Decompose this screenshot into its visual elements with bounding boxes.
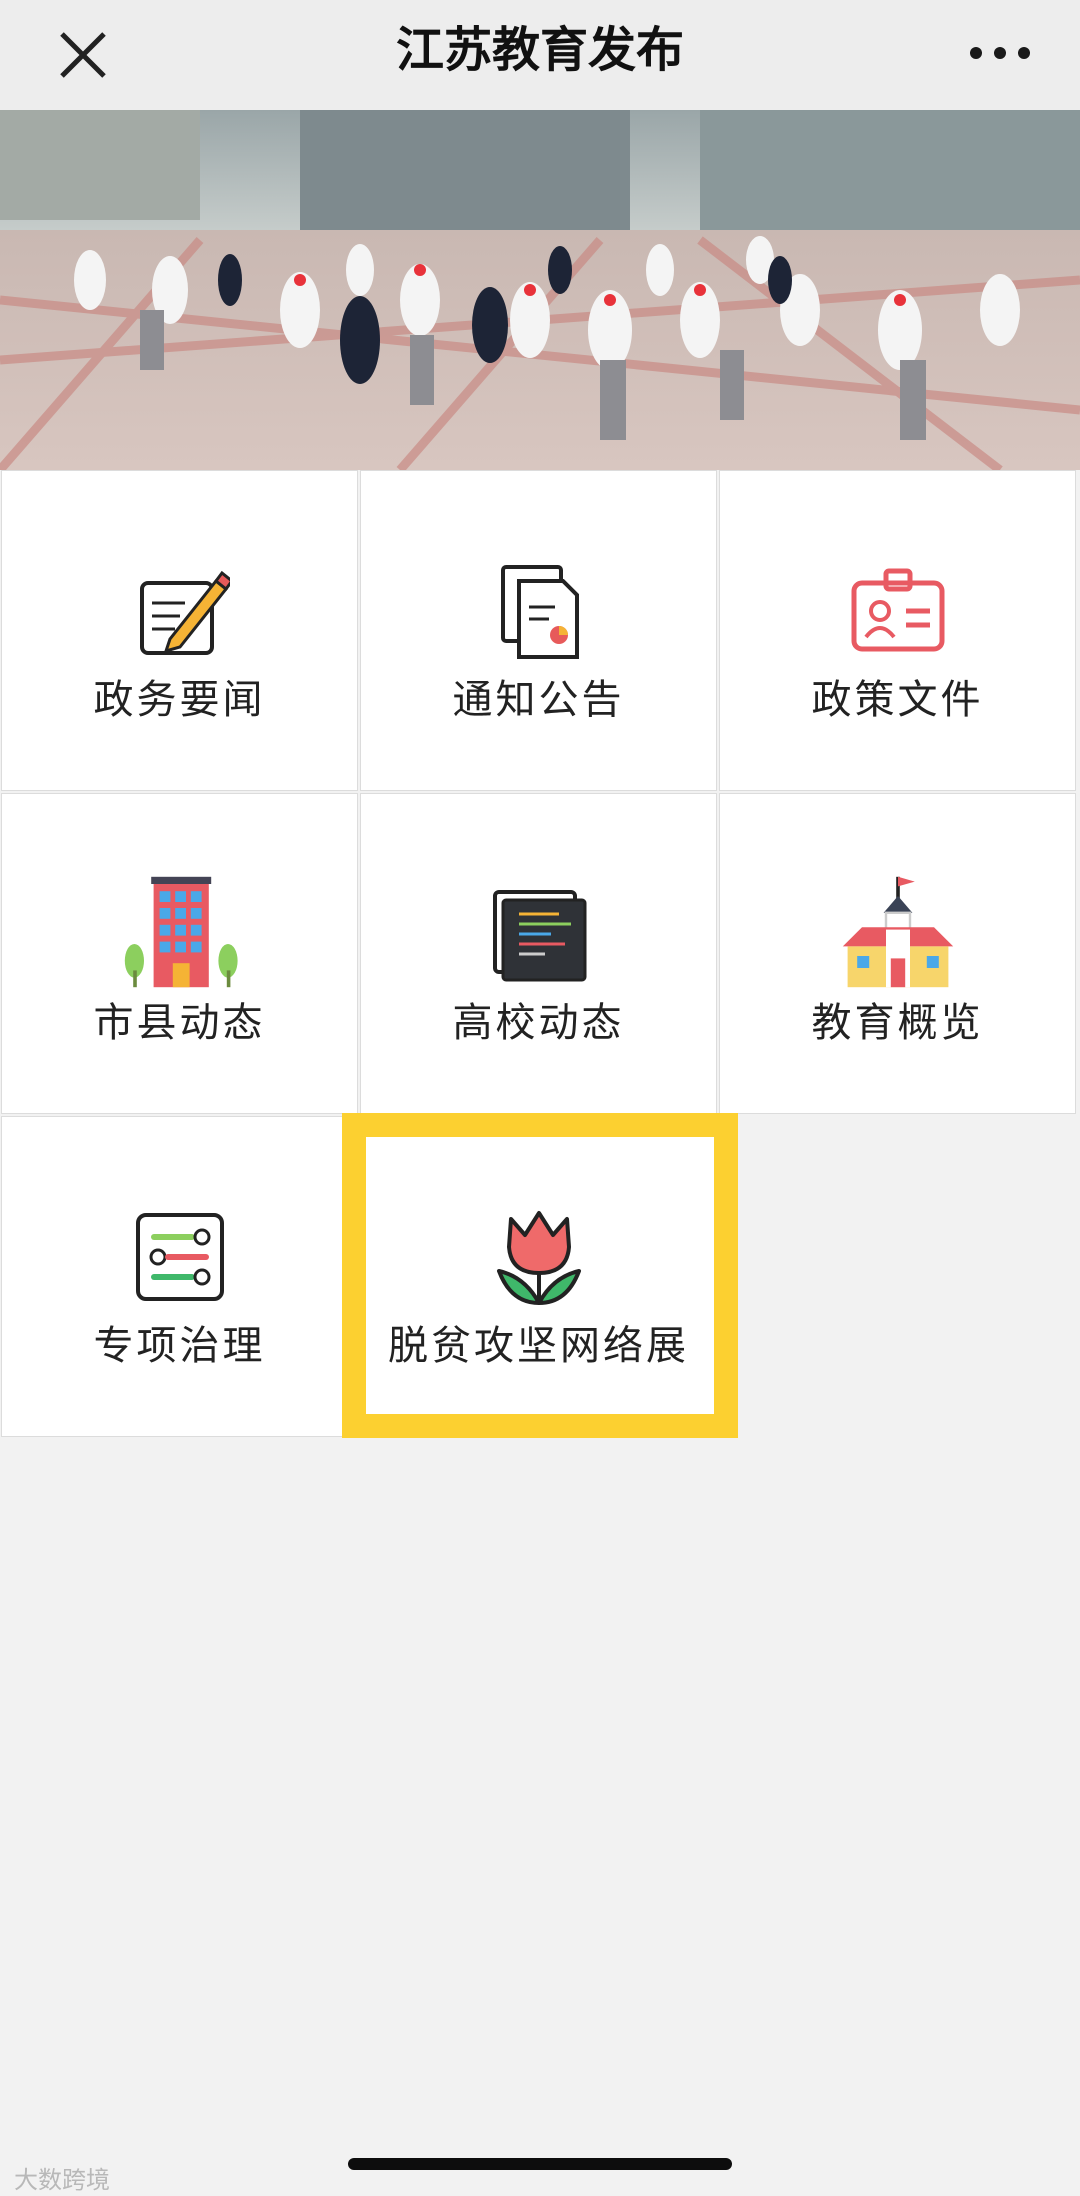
menu-item-notices[interactable]: 通知公告: [360, 470, 717, 791]
menu-item-label: 教育概览: [811, 1000, 984, 1046]
menu-grid: 政务要闻 通知公告 政策文件 市县动态 高校动态 教育概览 专项治理 脱贫攻坚网…: [0, 470, 1080, 1440]
home-indicator[interactable]: [348, 2158, 732, 2170]
menu-item-city[interactable]: 市县动态: [1, 793, 358, 1114]
menu-item-label: 脱贫攻坚网络展: [388, 1323, 689, 1369]
menu-item-label: 通知公告: [452, 677, 625, 723]
menu-item-overview[interactable]: 教育概览: [719, 793, 1076, 1114]
menu-item-label: 专项治理: [93, 1323, 266, 1369]
menu-item-label: 政策文件: [811, 677, 984, 723]
code-screen-icon: [493, 890, 587, 982]
watermark: 大数跨境: [14, 2166, 110, 2194]
more-button[interactable]: [960, 26, 1040, 86]
menu-item-label: 市县动态: [93, 1000, 266, 1046]
menu-item-label: 高校动态: [452, 1000, 625, 1046]
tulip-icon: [497, 1211, 581, 1305]
menu-item-policy[interactable]: 政策文件: [719, 470, 1076, 791]
banner-photo[interactable]: [0, 110, 1080, 470]
id-card-icon: [851, 568, 945, 652]
notepad-pencil-icon: [140, 570, 230, 655]
checklist-icon: [136, 1213, 224, 1301]
menu-item-label: 政务要闻: [93, 677, 266, 723]
more-icon: [970, 47, 982, 59]
document-icon: [501, 565, 579, 659]
top-bar: 江苏教育发布: [0, 0, 1080, 111]
page-title: 江苏教育发布: [395, 22, 684, 78]
menu-item-governance[interactable]: 专项治理: [1, 1116, 358, 1437]
menu-item-news[interactable]: 政务要闻: [1, 470, 358, 791]
menu-item-poverty-exhibition[interactable]: 脱贫攻坚网络展: [360, 1116, 717, 1437]
school-icon: [842, 876, 954, 988]
building-icon: [124, 876, 238, 988]
menu-item-university[interactable]: 高校动态: [360, 793, 717, 1114]
